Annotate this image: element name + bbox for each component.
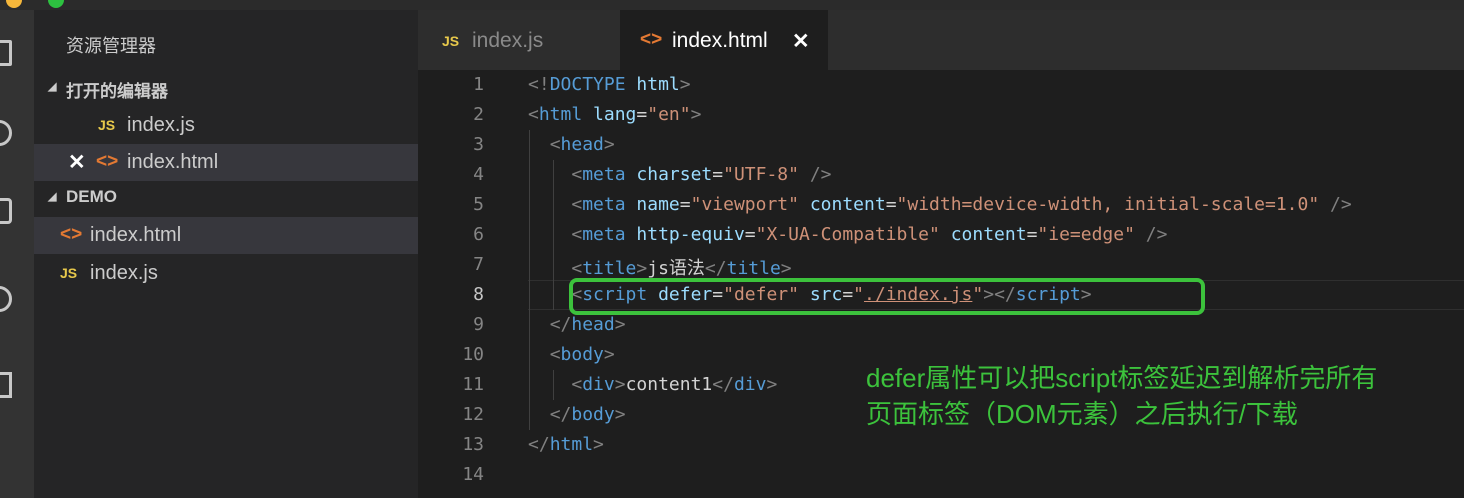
open-editors-header[interactable]: ◢ 打开的编辑器 bbox=[34, 70, 418, 106]
title-bar bbox=[0, 0, 1464, 10]
code-line: <body> bbox=[549, 344, 615, 365]
file-name: index.js bbox=[90, 262, 158, 284]
window-minimize-button[interactable] bbox=[6, 0, 22, 8]
project-file-index-js[interactable]: JS index.js bbox=[34, 255, 418, 292]
line-number: 10 bbox=[462, 344, 484, 365]
close-icon[interactable]: ✕ bbox=[68, 150, 86, 175]
file-name: index.html bbox=[127, 151, 219, 173]
line-number: 5 bbox=[473, 194, 484, 215]
code-line: <div>content1</div> bbox=[571, 374, 778, 395]
code-line: <head> bbox=[549, 134, 615, 155]
js-file-icon: JS bbox=[98, 117, 116, 133]
code-line: <meta name="viewport" content="width=dev… bbox=[571, 194, 1352, 215]
explorer-sidebar: 资源管理器 ◢ 打开的编辑器 JS index.js ✕ <> index.ht… bbox=[34, 10, 418, 498]
tab-label: index.html bbox=[672, 29, 768, 52]
project-file-index-html[interactable]: <> index.html bbox=[34, 217, 418, 254]
source-control-icon[interactable] bbox=[0, 198, 12, 224]
line-number: 13 bbox=[462, 434, 484, 455]
html-file-icon: <> bbox=[60, 224, 83, 245]
code-line: <!DOCTYPE html> bbox=[528, 74, 691, 95]
line-number: 3 bbox=[473, 134, 484, 155]
line-number: 6 bbox=[473, 224, 484, 245]
line-number: 1 bbox=[473, 74, 484, 95]
code-line: </head> bbox=[549, 314, 626, 335]
html-file-icon: <> bbox=[640, 29, 663, 50]
line-number: 7 bbox=[473, 254, 484, 275]
line-number: 4 bbox=[473, 164, 484, 185]
tab-close-icon[interactable]: ✕ bbox=[792, 29, 810, 54]
file-name: index.js bbox=[127, 114, 195, 136]
debug-icon[interactable] bbox=[0, 286, 12, 312]
explorer-icon[interactable] bbox=[0, 40, 12, 66]
project-folder-label: DEMO bbox=[66, 187, 117, 206]
project-folder-header[interactable]: ◢ DEMO bbox=[34, 180, 418, 216]
activity-bar bbox=[0, 10, 34, 498]
code-line: </body> bbox=[549, 404, 626, 425]
code-line: </html> bbox=[528, 434, 604, 455]
tab-index-html[interactable]: <> index.html ✕ bbox=[620, 10, 828, 70]
code-line: <meta charset="UTF-8" /> bbox=[571, 164, 832, 185]
tab-label: index.js bbox=[472, 29, 544, 52]
script-highlight-box bbox=[569, 278, 1205, 315]
line-number: 9 bbox=[473, 314, 484, 335]
search-icon[interactable] bbox=[0, 120, 12, 146]
code-line: <meta http-equiv="X-UA-Compatible" conte… bbox=[571, 224, 1168, 245]
js-file-icon: JS bbox=[442, 33, 460, 49]
line-number: 14 bbox=[462, 464, 484, 485]
open-editor-item-index-html[interactable]: ✕ <> index.html bbox=[34, 144, 418, 181]
html-file-icon: <> bbox=[96, 151, 119, 172]
tab-index-js[interactable]: JS index.js bbox=[418, 10, 620, 70]
open-editor-item-index-js[interactable]: JS index.js bbox=[34, 107, 418, 144]
line-number: 8 bbox=[473, 284, 484, 305]
code-line: <html lang="en"> bbox=[528, 104, 702, 125]
explorer-title: 资源管理器 bbox=[66, 36, 156, 56]
line-number: 11 bbox=[462, 374, 484, 395]
extensions-icon[interactable] bbox=[0, 372, 12, 398]
code-line: <title>js语法</title> bbox=[571, 258, 792, 279]
js-file-icon: JS bbox=[60, 265, 78, 281]
collapse-arrow-icon: ◢ bbox=[48, 191, 57, 203]
annotation-line-1: defer属性可以把script标签延迟到解析完所有 bbox=[866, 363, 1378, 393]
open-editors-label: 打开的编辑器 bbox=[66, 82, 168, 101]
collapse-arrow-icon: ◢ bbox=[48, 81, 57, 93]
line-number: 12 bbox=[462, 404, 484, 425]
file-name: index.html bbox=[90, 224, 182, 246]
window-zoom-button[interactable] bbox=[48, 0, 64, 8]
line-number: 2 bbox=[473, 104, 484, 125]
annotation-line-2: 页面标签（DOM元素）之后执行/下载 bbox=[866, 399, 1298, 429]
editor-tab-bar: JS index.js <> index.html ✕ bbox=[418, 10, 1464, 70]
